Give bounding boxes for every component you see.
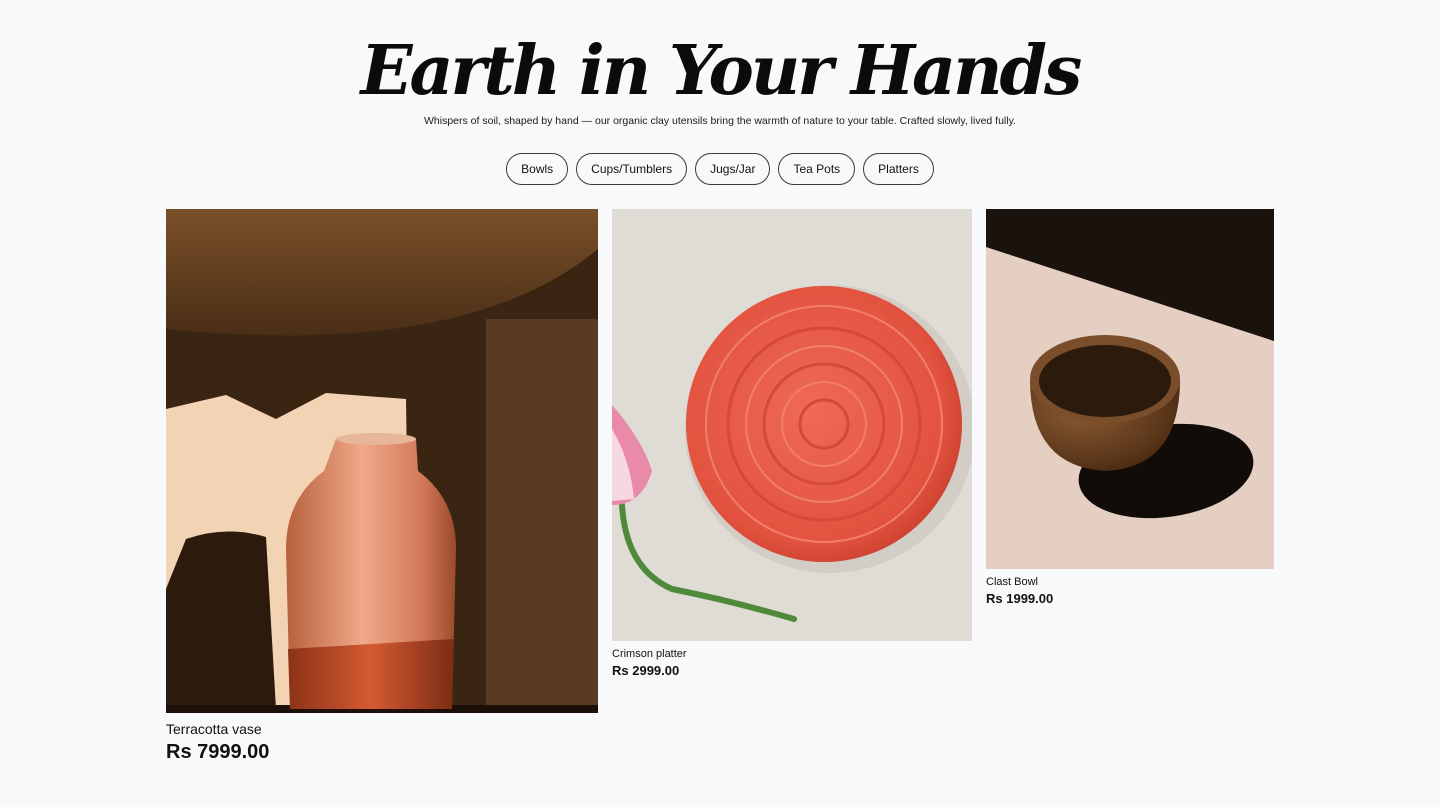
product-card-terracotta-vase[interactable]: Terracotta vase Rs 7999.00 [166, 209, 598, 764]
filter-cups-tumblers[interactable]: Cups/Tumblers [576, 153, 688, 185]
filter-bowls[interactable]: Bowls [506, 153, 569, 185]
page-title: Earth in Your Hands [360, 31, 1083, 111]
filter-platters[interactable]: Platters [863, 153, 934, 185]
product-image-platter[interactable] [612, 209, 972, 641]
bowl-photo [986, 209, 1274, 569]
filter-tea-pots[interactable]: Tea Pots [778, 153, 856, 185]
product-image-vase[interactable] [166, 209, 598, 713]
vase-photo [166, 209, 598, 713]
product-price: Rs 1999.00 [986, 591, 1054, 606]
product-image-bowl[interactable] [986, 209, 1274, 569]
product-name[interactable]: Terracotta vase [166, 721, 598, 737]
product-card-crimson-platter[interactable]: Crimson platter Rs 2999.00 [612, 209, 972, 678]
product-card-clast-bowl[interactable]: Clast Bowl Rs 1999.00 [986, 209, 1274, 606]
platter-photo [612, 209, 972, 641]
page-subtitle: Whispers of soil, shaped by hand — our o… [424, 115, 1016, 127]
filter-jugs-jar[interactable]: Jugs/Jar [695, 153, 771, 185]
product-name[interactable]: Clast Bowl [986, 576, 1274, 588]
product-price: Rs 2999.00 [612, 663, 680, 678]
category-filters: Bowls Cups/Tumblers Jugs/Jar Tea Pots Pl… [0, 153, 1440, 185]
product-name[interactable]: Crimson platter [612, 648, 972, 660]
product-price: Rs 7999.00 [166, 741, 270, 763]
